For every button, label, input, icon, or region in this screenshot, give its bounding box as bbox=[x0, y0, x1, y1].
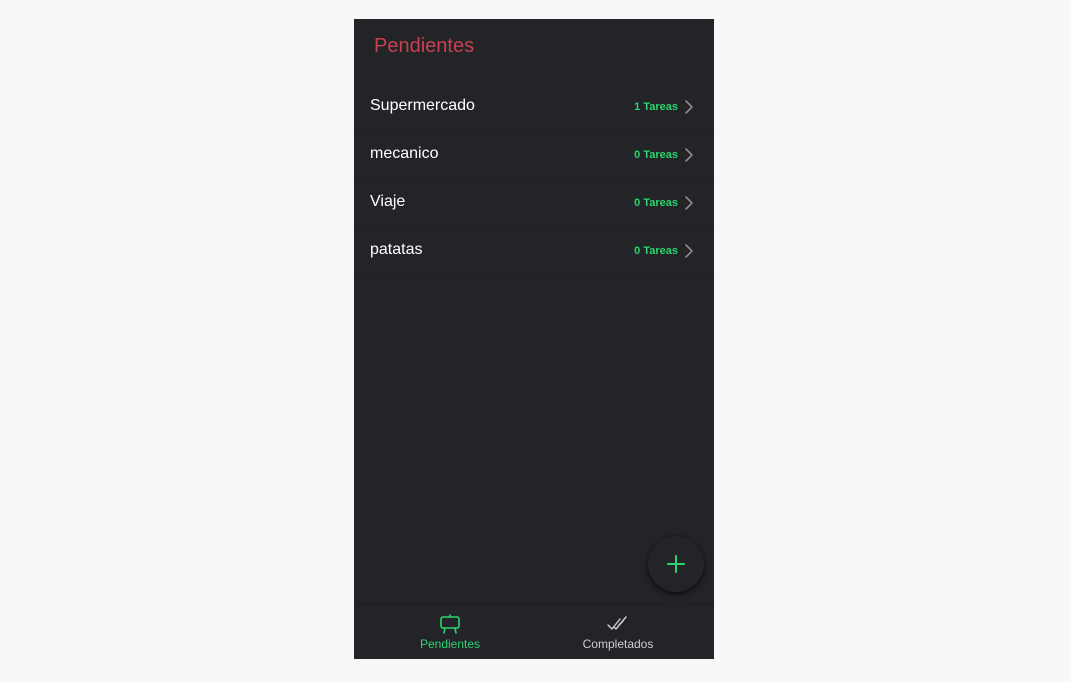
list-item[interactable]: Viaje 0 Tareas bbox=[354, 179, 714, 227]
list-item-name: Viaje bbox=[370, 193, 406, 210]
chevron-forward-icon bbox=[685, 148, 693, 162]
header: Pendientes bbox=[354, 19, 714, 79]
list-item[interactable]: patatas 0 Tareas bbox=[354, 227, 714, 275]
page-title: Pendientes bbox=[374, 35, 475, 57]
list-item[interactable]: mecanico 0 Tareas bbox=[354, 131, 714, 179]
task-lists: Supermercado 1 Tareas mecanico 0 Tareas … bbox=[354, 83, 714, 275]
list-item-name: patatas bbox=[370, 241, 423, 258]
checkmark-done-icon bbox=[607, 616, 627, 630]
easel-icon bbox=[440, 614, 460, 634]
list-item-count: 0 Tareas bbox=[634, 245, 678, 257]
tab-pendientes[interactable]: Pendientes bbox=[360, 604, 540, 659]
chevron-forward-icon bbox=[685, 244, 693, 258]
tab-label: Completados bbox=[582, 637, 654, 651]
chevron-forward-icon bbox=[685, 196, 693, 210]
list-item-count: 1 Tareas bbox=[634, 101, 678, 113]
tab-bar: Pendientes Completados bbox=[354, 603, 714, 659]
list-item-count: 0 Tareas bbox=[634, 197, 678, 209]
list-item-name: mecanico bbox=[370, 145, 439, 162]
chevron-forward-icon bbox=[685, 100, 693, 114]
add-icon bbox=[667, 555, 685, 573]
app-screen: Pendientes Supermercado 1 Tareas mecanic… bbox=[354, 19, 714, 659]
list-item[interactable]: Supermercado 1 Tareas bbox=[354, 83, 714, 131]
list-item-count: 0 Tareas bbox=[634, 149, 678, 161]
list-item-name: Supermercado bbox=[370, 97, 475, 114]
tab-label: Pendientes bbox=[419, 637, 481, 651]
add-list-button[interactable] bbox=[648, 536, 704, 592]
tab-completados[interactable]: Completados bbox=[528, 604, 708, 659]
